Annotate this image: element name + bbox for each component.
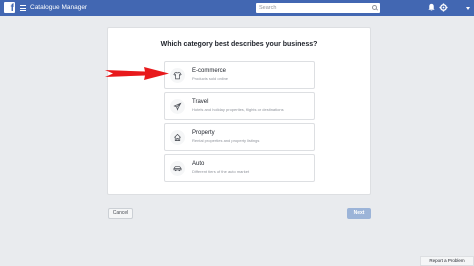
house-icon [170, 130, 185, 145]
option-description: Hotels and holiday properties, flights o… [192, 107, 284, 112]
next-button[interactable]: Next [347, 208, 371, 219]
option-ecommerce[interactable]: E-commerce Products sold online [164, 61, 315, 89]
gear-icon[interactable] [438, 3, 448, 13]
option-description: Products sold online [192, 76, 229, 81]
cancel-button[interactable]: Cancel [108, 208, 133, 219]
plane-icon [170, 99, 185, 114]
car-icon [170, 161, 185, 176]
search-icon[interactable] [372, 5, 377, 10]
app-title: Catalogue Manager [30, 4, 88, 11]
option-description: Different tiers of the auto market [192, 169, 250, 174]
option-title: E-commerce [192, 68, 227, 74]
top-nav-bar: f Catalogue Manager Search [0, 0, 474, 16]
report-problem-button[interactable]: Report a Problem [420, 256, 474, 266]
option-title: Auto [192, 161, 205, 167]
option-travel[interactable]: Travel Hotels and holiday properties, fl… [164, 92, 315, 120]
annotation-arrow-icon [105, 67, 169, 80]
shirt-icon [170, 68, 185, 83]
chevron-down-icon[interactable] [466, 7, 470, 10]
option-description: Rental properties and property listings [192, 138, 260, 143]
option-title: Travel [192, 99, 209, 105]
option-title: Property [192, 130, 215, 136]
option-property[interactable]: Property Rental properties and property … [164, 123, 315, 151]
search-input[interactable]: Search [256, 3, 380, 13]
logo-letter: f [10, 3, 14, 14]
dialog-question: Which category best describes your busin… [160, 41, 318, 48]
option-auto[interactable]: Auto Different tiers of the auto market [164, 154, 315, 182]
bell-icon[interactable] [426, 3, 436, 13]
facebook-logo-icon[interactable]: f [4, 2, 15, 14]
search-placeholder: Search [259, 5, 277, 11]
menu-icon[interactable] [20, 5, 26, 11]
category-dialog: Which category best describes your busin… [107, 27, 371, 195]
